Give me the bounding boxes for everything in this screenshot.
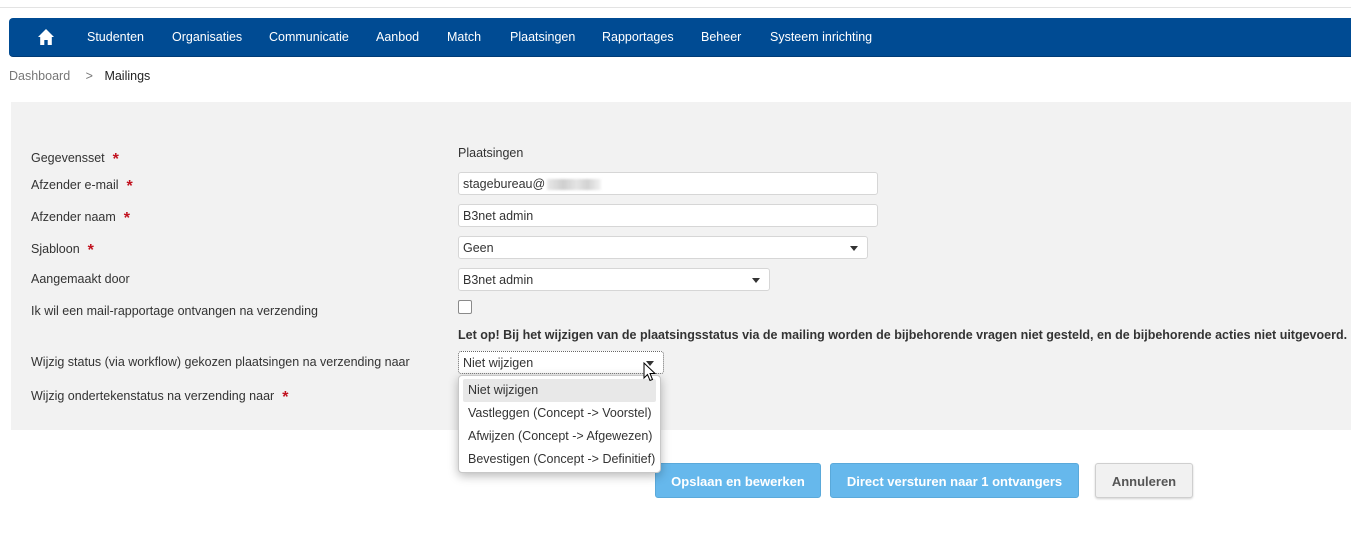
send-now-button[interactable]: Direct versturen naar 1 ontvangers [830,463,1079,498]
afzender-email-label-text: Afzender e-mail [31,178,119,192]
wijzig-ondertekenstatus-label-text: Wijzig ondertekenstatus na verzending na… [31,389,275,403]
afzender-naam-label: Afzender naam * [31,208,131,227]
aangemaakt-door-label-text: Aangemaakt door [31,272,130,286]
chevron-down-icon [752,278,760,283]
gegevensset-value: Plaatsingen [458,146,524,160]
afzender-naam-label-text: Afzender naam [31,210,116,224]
required-marker: * [282,389,289,406]
nav-communicatie[interactable]: Communicatie [269,30,349,44]
dropdown-option-bevestigen[interactable]: Bevestigen (Concept -> Definitief) [459,448,660,471]
nav-match[interactable]: Match [447,30,481,44]
mail-rapportage-label: Ik wil een mail-rapportage ontvangen na … [31,304,318,318]
breadcrumb-separator: > [85,69,93,83]
main-navbar: Studenten Organisaties Communicatie Aanb… [9,18,1351,57]
required-marker: * [123,210,131,227]
status-dropdown-menu: Niet wijzigen Vastleggen (Concept -> Voo… [458,375,661,473]
form-panel [11,102,1351,430]
afzender-naam-input[interactable]: B3net admin [458,204,878,227]
gegevensset-label-text: Gegevensset [31,151,105,165]
save-and-edit-button[interactable]: Opslaan en bewerken [655,463,821,498]
status-change-warning: Let op! Bij het wijzigen van de plaatsin… [458,328,1348,342]
nav-organisaties[interactable]: Organisaties [172,30,242,44]
afzender-email-label: Afzender e-mail * [31,176,133,195]
wijzig-status-select[interactable]: Niet wijzigen [458,351,664,374]
browser-top-border [0,0,1351,8]
breadcrumb-dashboard-link[interactable]: Dashboard [9,69,70,83]
aangemaakt-door-select[interactable]: B3net admin [458,268,770,291]
nav-beheer[interactable]: Beheer [701,30,741,44]
cancel-button[interactable]: Annuleren [1095,463,1193,498]
nav-rapportages[interactable]: Rapportages [602,30,674,44]
breadcrumb-current: Mailings [104,69,151,83]
chevron-down-icon [850,246,858,251]
required-marker: * [112,151,119,168]
nav-aanbod[interactable]: Aanbod [376,30,419,44]
wijzig-status-label: Wijzig status (via workflow) gekozen pla… [31,355,410,369]
sjabloon-select[interactable]: Geen [458,236,868,259]
aangemaakt-door-value: B3net admin [463,273,534,287]
wijzig-ondertekenstatus-label: Wijzig ondertekenstatus na verzending na… [31,387,289,406]
nav-studenten[interactable]: Studenten [87,30,144,44]
mouse-cursor-icon [643,362,657,382]
dropdown-option-niet-wijzigen[interactable]: Niet wijzigen [463,379,656,402]
afzender-email-input[interactable]: stagebureau@ [458,172,878,195]
required-marker: * [126,178,133,195]
home-icon[interactable] [37,28,55,46]
dropdown-option-vastleggen[interactable]: Vastleggen (Concept -> Voorstel) [459,402,660,425]
nav-systeem-inrichting[interactable]: Systeem inrichting [770,30,872,44]
aangemaakt-door-label: Aangemaakt door [31,272,130,286]
afzender-email-value: stagebureau@ [463,177,546,191]
breadcrumb: Dashboard > Mailings [9,69,150,83]
nav-plaatsingen[interactable]: Plaatsingen [510,30,575,44]
redacted-domain [547,179,602,191]
sjabloon-label-text: Sjabloon [31,242,80,256]
wijzig-status-value: Niet wijzigen [463,356,534,370]
dropdown-option-afwijzen[interactable]: Afwijzen (Concept -> Afgewezen) [459,425,660,448]
sjabloon-label: Sjabloon * [31,240,94,259]
mail-rapportage-checkbox[interactable] [458,300,472,314]
required-marker: * [87,242,94,259]
sjabloon-value: Geen [463,241,494,255]
gegevensset-label: Gegevensset * [31,149,119,168]
